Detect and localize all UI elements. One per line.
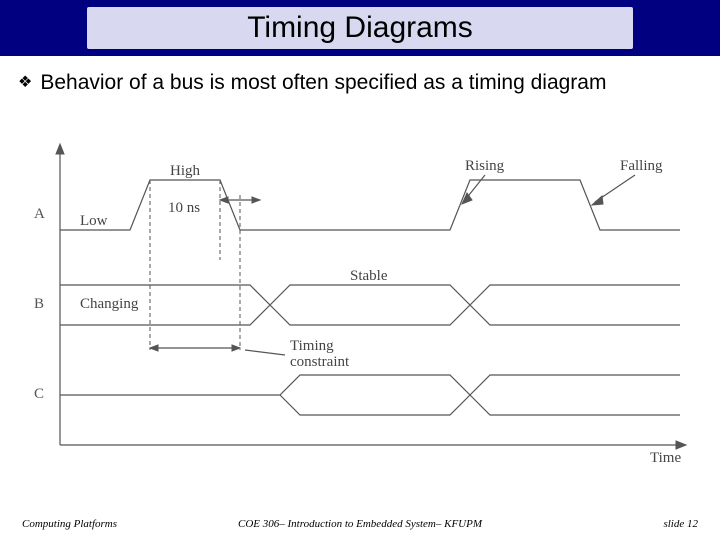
stable-label: Stable [350, 268, 388, 284]
timing-diagram: Time A Low High 10 ns Rising Falling B C… [20, 140, 700, 470]
footer-center: COE 306– Introduction to Embedded System… [191, 518, 529, 530]
footer-right: slide 12 [529, 518, 698, 530]
timing-constraint-label-2: constraint [290, 354, 350, 370]
time-axis-label: Time [650, 450, 681, 466]
title-bar: Timing Diagrams [0, 0, 720, 56]
ten-ns-label: 10 ns [168, 200, 200, 216]
signal-a-label: A [34, 206, 45, 222]
rising-label: Rising [465, 158, 505, 174]
changing-label: Changing [80, 296, 139, 312]
slide-title: Timing Diagrams [87, 7, 633, 49]
signal-c-label: C [34, 386, 44, 402]
falling-label: Falling [620, 158, 663, 174]
bullet-text: Behavior of a bus is most often specifie… [40, 70, 606, 96]
high-label: High [170, 163, 201, 179]
footer: Computing Platforms COE 306– Introductio… [0, 518, 720, 530]
signal-b-label: B [34, 296, 44, 312]
bullet-row: ❖ Behavior of a bus is most often specif… [0, 56, 720, 96]
footer-left: Computing Platforms [22, 518, 191, 530]
low-label: Low [80, 213, 108, 229]
diamond-bullet-icon: ❖ [18, 70, 32, 96]
timing-constraint-label-1: Timing [290, 338, 334, 354]
